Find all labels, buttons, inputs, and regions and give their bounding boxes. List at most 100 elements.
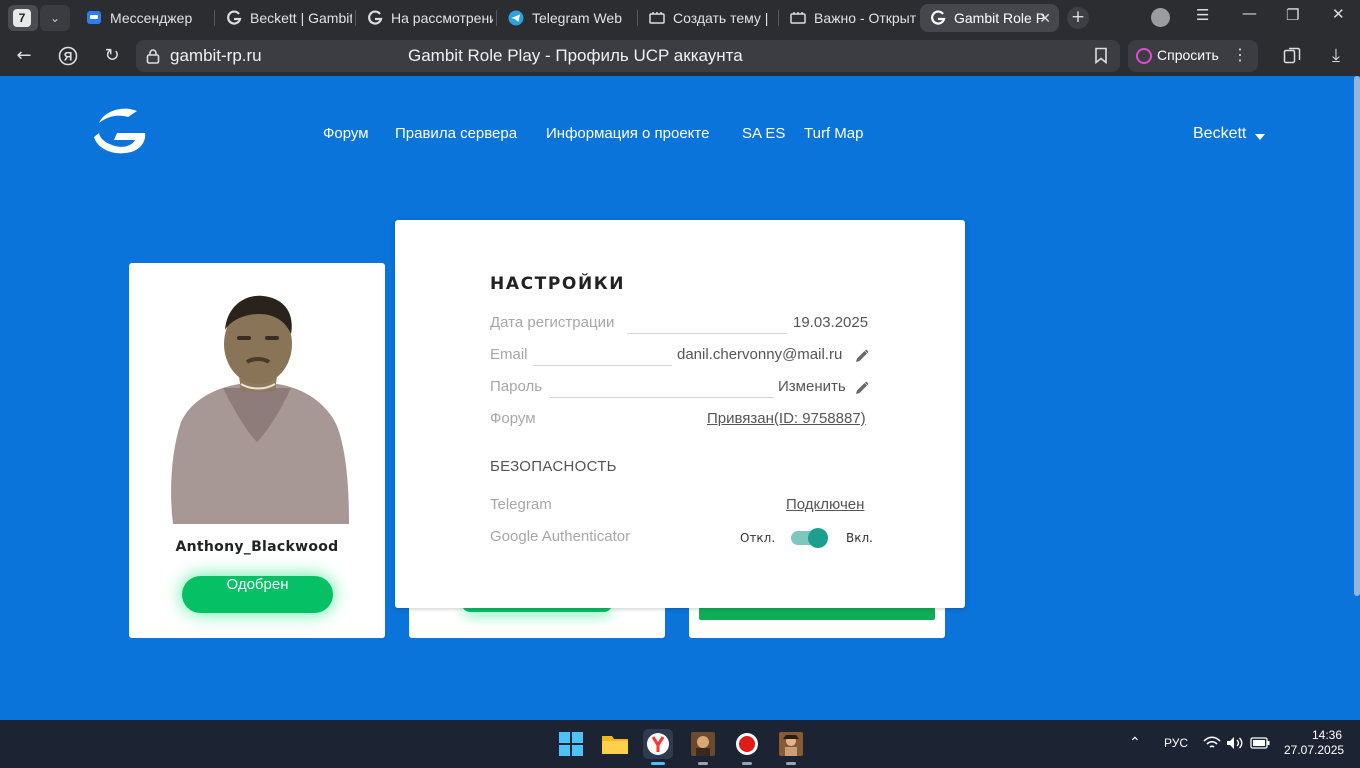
- clock-date: 27.07.2025: [1284, 743, 1345, 757]
- registration-date-label: Дата регистрации: [490, 314, 615, 331]
- browser-tab-strip: 7 ⌄ Мессенджер Beckett | Gambit На рассм…: [0, 0, 1360, 36]
- user-menu-name[interactable]: Beckett: [1193, 125, 1246, 143]
- tab-label: На рассмотрени: [391, 10, 493, 26]
- ask-label: Спросить: [1157, 47, 1219, 63]
- tab-divider: [637, 10, 638, 26]
- tab-label: Создать тему |: [673, 10, 769, 26]
- tab-counter-button[interactable]: 7: [8, 5, 38, 31]
- toggle-knob: [808, 528, 828, 548]
- tab-divider: [778, 10, 779, 26]
- google-authenticator-toggle[interactable]: [791, 528, 828, 548]
- forum-icon: [790, 12, 806, 24]
- google-authenticator-label: Google Authenticator: [490, 528, 631, 545]
- ask-alice-button[interactable]: Спросить ⋮: [1128, 40, 1258, 72]
- character-name: Anthony_Blackwood: [175, 539, 339, 555]
- tab-create-topic[interactable]: Создать тему |: [639, 4, 775, 32]
- nav-saes-link[interactable]: SA ES: [742, 125, 785, 142]
- tab-review[interactable]: На рассмотрени: [357, 4, 493, 32]
- running-indicator: [698, 762, 708, 765]
- downloads-icon[interactable]: ⤓: [1324, 44, 1348, 68]
- registration-date-value: 19.03.2025: [793, 314, 869, 331]
- screen-recorder-icon[interactable]: [732, 729, 762, 765]
- gambit-logo-icon: [227, 10, 242, 25]
- new-tab-button[interactable]: +: [1067, 7, 1089, 29]
- tab-divider: [355, 10, 356, 26]
- collections-icon[interactable]: [1280, 44, 1304, 68]
- nav-forum-link[interactable]: Форум: [323, 125, 369, 142]
- tab-beckett-gambit[interactable]: Beckett | Gambit: [216, 4, 352, 32]
- forum-icon: [649, 12, 665, 24]
- tab-label: Beckett | Gambit: [250, 10, 352, 26]
- lock-icon: [146, 49, 160, 64]
- address-bar[interactable]: gambit-rp.ru Gambit Role Play - Профиль …: [136, 40, 1120, 72]
- row-leader-line: [550, 397, 774, 398]
- wifi-icon[interactable]: [1203, 736, 1221, 750]
- tab-label: Gambit Role P: [954, 10, 1046, 26]
- file-explorer-icon[interactable]: [600, 729, 630, 759]
- back-arrow-icon[interactable]: ←: [12, 44, 36, 68]
- toggle-on-label: Вкл.: [846, 531, 873, 545]
- forum-linked-link[interactable]: Привязан(ID: 9758887): [707, 410, 866, 427]
- running-indicator: [786, 762, 796, 765]
- toggle-off-label: Откл.: [740, 531, 776, 545]
- samp-app-icon[interactable]: [776, 729, 806, 765]
- forum-label: Форум: [490, 410, 536, 427]
- gambit-logo-icon: [931, 10, 946, 25]
- page-scrollbar[interactable]: [1354, 76, 1360, 596]
- tab-gambit-role-play[interactable]: Gambit Role P ✕: [920, 4, 1059, 32]
- bookmark-icon[interactable]: [1094, 47, 1108, 68]
- alice-icon: [1136, 48, 1152, 64]
- tab-label: Telegram Web: [532, 10, 623, 26]
- tab-label: Важно - Открыт: [814, 10, 916, 26]
- reload-icon[interactable]: ↻: [100, 44, 124, 68]
- close-window-icon[interactable]: ✕: [1332, 5, 1345, 23]
- character-skin-image: [171, 295, 349, 524]
- browser-toolbar: ← Я ↻ gambit-rp.ru Gambit Role Play - Пр…: [0, 36, 1360, 76]
- yandex-browser-taskbar-icon[interactable]: [643, 729, 673, 765]
- yandex-icon[interactable]: Я: [56, 44, 80, 68]
- taskbar-clock[interactable]: 14:36 27.07.2025: [1284, 728, 1345, 758]
- show-hidden-icons-chevron-icon[interactable]: ⌃: [1129, 734, 1141, 751]
- edit-email-pencil-icon[interactable]: [855, 349, 869, 363]
- clock-time: 14:36: [1311, 728, 1342, 742]
- edit-password-pencil-icon[interactable]: [855, 381, 869, 395]
- tab-count: 7: [13, 9, 31, 27]
- profile-avatar-icon[interactable]: [1151, 8, 1170, 27]
- volume-icon[interactable]: [1226, 736, 1244, 750]
- url-text: gambit-rp.ru: [170, 46, 262, 65]
- email-label: Email: [490, 346, 528, 363]
- windows-start-icon[interactable]: [556, 729, 586, 759]
- nav-turf-map-link[interactable]: Turf Map: [804, 125, 863, 142]
- svg-text:Я: Я: [64, 50, 73, 64]
- gambit-logo[interactable]: [90, 103, 148, 159]
- nav-server-rules-link[interactable]: Правила сервера: [395, 125, 517, 142]
- language-indicator[interactable]: РУС: [1164, 736, 1188, 750]
- change-password-link[interactable]: Изменить: [778, 378, 846, 395]
- caret-down-icon[interactable]: [1255, 134, 1265, 140]
- more-options-icon[interactable]: ⋮: [1232, 45, 1248, 65]
- tab-label: Мессенджер: [110, 10, 193, 26]
- page-title: Gambit Role Play - Профиль UCP аккаунта: [408, 46, 743, 65]
- telegram-label: Telegram: [490, 496, 552, 513]
- approved-status-button[interactable]: Одобрен: [182, 576, 333, 613]
- hamburger-menu-icon[interactable]: ☰: [1196, 6, 1209, 24]
- minimize-window-icon[interactable]: —: [1242, 4, 1257, 22]
- tab-list-dropdown-icon[interactable]: ⌄: [40, 5, 70, 31]
- game-app-icon[interactable]: [688, 729, 718, 765]
- settings-title: НАСТРОЙКИ: [490, 274, 626, 294]
- tab-messenger[interactable]: Мессенджер: [76, 4, 212, 32]
- tab-telegram-web[interactable]: Telegram Web: [498, 4, 634, 32]
- tab-divider: [214, 10, 215, 26]
- battery-icon[interactable]: [1250, 737, 1270, 749]
- telegram-icon: [508, 10, 524, 26]
- tab-important[interactable]: Важно - Открыт: [780, 4, 916, 32]
- nav-project-info-link[interactable]: Информация о проекте: [546, 125, 709, 142]
- close-tab-icon[interactable]: ✕: [1039, 4, 1051, 32]
- action-button[interactable]: [699, 607, 935, 620]
- restore-window-icon[interactable]: ❐: [1286, 6, 1299, 24]
- security-section-title: БЕЗОПАСНОСТЬ: [490, 458, 617, 475]
- telegram-connected-link[interactable]: Подключен: [786, 496, 864, 513]
- password-label: Пароль: [490, 378, 543, 395]
- row-leader-line: [627, 333, 787, 334]
- ucp-page: Форум Правила сервера Информация о проек…: [0, 76, 1360, 720]
